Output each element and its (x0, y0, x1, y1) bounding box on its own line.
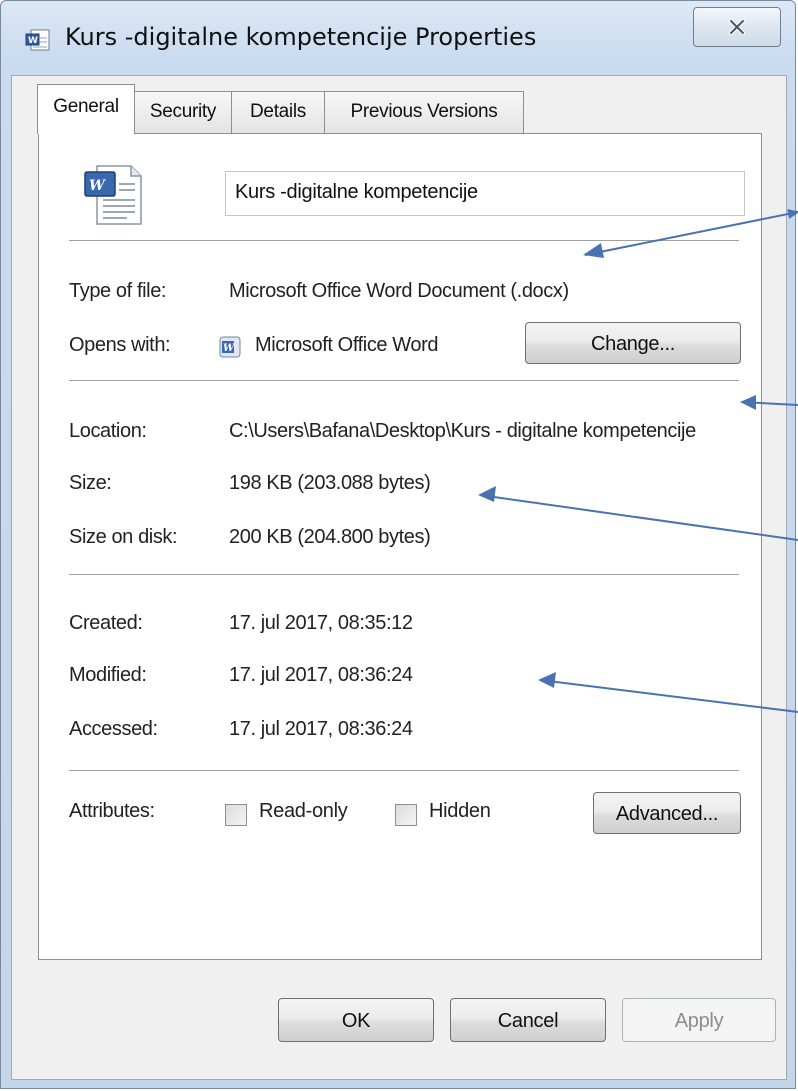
separator (69, 380, 739, 382)
created-label: Created: (69, 612, 143, 634)
separator (69, 240, 739, 242)
hidden-checkbox[interactable] (395, 804, 417, 826)
file-name-input[interactable]: Kurs -digitalne kompetencije (225, 171, 745, 216)
modified-value: 17. jul 2017, 08:36:24 (229, 664, 413, 686)
type-of-file-value: Microsoft Office Word Document (.docx) (229, 280, 569, 302)
separator (69, 574, 739, 576)
hidden-label[interactable]: Hidden (429, 800, 491, 823)
word-document-icon: W (25, 29, 51, 51)
opens-with-label: Opens with: (69, 334, 171, 356)
close-button[interactable] (693, 7, 781, 47)
opens-with-value: Microsoft Office Word (255, 334, 439, 356)
window-title: Kurs -digitalne kompetencije Properties (65, 23, 537, 51)
ok-button[interactable]: OK (278, 998, 434, 1042)
size-value: 198 KB (203.088 bytes) (229, 472, 431, 494)
apply-button[interactable]: Apply (622, 998, 776, 1042)
title-bar[interactable]: W Kurs -digitalne kompetencije Propertie… (1, 1, 795, 73)
read-only-label[interactable]: Read-only (259, 800, 348, 823)
location-label: Location: (69, 420, 147, 442)
separator (69, 770, 739, 772)
dialog-client-area: General Security Details Previous Versio… (11, 75, 787, 1080)
svg-text:W: W (223, 343, 236, 354)
modified-label: Modified: (69, 664, 147, 686)
attributes-label: Attributes: (69, 800, 155, 822)
general-tab-panel: W Kurs -digitalne kompetencije Type of f… (38, 133, 762, 960)
properties-window: W Kurs -digitalne kompetencije Propertie… (0, 0, 796, 1089)
advanced-button[interactable]: Advanced... (593, 792, 741, 834)
accessed-label: Accessed: (69, 718, 158, 740)
size-on-disk-label: Size on disk: (69, 526, 178, 548)
location-value[interactable]: C:\Users\Bafana\Desktop\Kurs - digitalne… (229, 420, 743, 443)
accessed-value: 17. jul 2017, 08:36:24 (229, 718, 413, 740)
word-document-icon: W (83, 162, 147, 228)
svg-text:W: W (28, 36, 38, 46)
type-of-file-label: Type of file: (69, 280, 167, 302)
change-button[interactable]: Change... (525, 322, 741, 364)
close-x-icon (729, 19, 745, 35)
size-on-disk-value: 200 KB (204.800 bytes) (229, 526, 431, 548)
size-label: Size: (69, 472, 112, 494)
svg-text:W: W (89, 178, 106, 194)
cancel-button[interactable]: Cancel (450, 998, 606, 1042)
created-value: 17. jul 2017, 08:35:12 (229, 612, 413, 634)
tab-details[interactable]: Details (231, 91, 325, 133)
read-only-checkbox[interactable] (225, 804, 247, 826)
tab-general[interactable]: General (37, 84, 135, 134)
tab-previous-versions[interactable]: Previous Versions (324, 91, 524, 133)
tab-security[interactable]: Security (134, 91, 232, 133)
word-app-icon: W (219, 336, 241, 358)
